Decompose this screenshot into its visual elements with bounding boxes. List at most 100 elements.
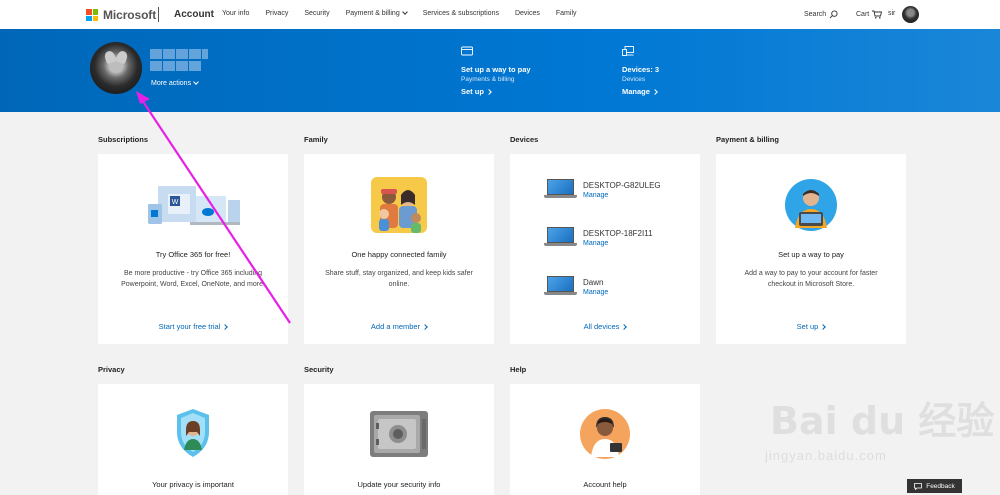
devices-card: DESKTOP-G82ULEG Manage DESKTOP-18F2I11 M… xyxy=(510,154,700,344)
nav-family[interactable]: Family xyxy=(556,10,577,17)
avatar-ear xyxy=(103,49,117,65)
help-agent-illustration xyxy=(580,409,630,459)
banner-manage-label: Manage xyxy=(622,87,650,96)
payment-card-description: Add a way to pay to your account for fas… xyxy=(744,270,878,288)
nav-payment-billing-label: Payment & billing xyxy=(345,10,400,17)
laptop-icon xyxy=(544,227,577,247)
devices-icon xyxy=(622,46,634,56)
help-heading: Help xyxy=(510,365,527,374)
nav-devices[interactable]: Devices xyxy=(515,10,540,17)
chat-icon xyxy=(914,482,923,490)
security-card-title: Update your security info xyxy=(357,480,441,489)
payment-illustration xyxy=(785,179,837,231)
nav-privacy[interactable]: Privacy xyxy=(265,10,288,17)
nav-services-subscriptions[interactable]: Services & subscriptions xyxy=(423,10,499,17)
microsoft-logo[interactable]: Microsoft xyxy=(86,8,156,22)
more-actions-label: More actions xyxy=(151,80,192,87)
search-button[interactable]: Search xyxy=(804,10,838,19)
avatar[interactable] xyxy=(902,6,919,23)
cart-button[interactable]: Cart xyxy=(856,10,883,19)
profile-banner: More actions Set up a way to pay Payment… xyxy=(0,29,1000,112)
payment-billing-card: Set up a way to pay Add a way to pay to … xyxy=(716,154,906,344)
family-card: One happy connected family Share stuff, … xyxy=(304,154,494,344)
chevron-right-icon xyxy=(820,323,827,330)
device-manage-link[interactable]: Manage xyxy=(583,192,661,199)
chevron-right-icon xyxy=(222,323,229,330)
laptop-icon xyxy=(544,179,577,199)
nav-payment-billing[interactable]: Payment & billing xyxy=(345,9,408,17)
devices-heading: Devices xyxy=(510,135,539,144)
add-member-label: Add a member xyxy=(370,322,421,331)
microsoft-logo-icon xyxy=(86,9,98,21)
search-icon xyxy=(829,10,838,19)
safe-illustration xyxy=(370,411,428,457)
nav-security[interactable]: Security xyxy=(304,10,329,17)
banner-payment-title: Set up a way to pay xyxy=(461,65,531,74)
help-card[interactable]: Account help xyxy=(510,384,700,495)
divider xyxy=(158,7,159,22)
nav-your-info[interactable]: Your info xyxy=(222,10,249,17)
device-item[interactable]: DESKTOP-G82ULEG Manage xyxy=(544,179,661,199)
family-illustration xyxy=(371,177,427,233)
set-up-payment-label: Set up xyxy=(796,322,819,331)
credit-card-icon xyxy=(461,46,473,56)
cart-icon xyxy=(872,10,883,19)
blurred-profile-name xyxy=(150,49,214,73)
privacy-card[interactable]: Your privacy is important xyxy=(98,384,288,495)
banner-devices: Devices: 3 Devices Manage xyxy=(622,46,659,96)
help-card-title: Account help xyxy=(583,480,627,489)
device-item[interactable]: DESKTOP-18F2I11 Manage xyxy=(544,227,653,247)
all-devices-link[interactable]: All devices xyxy=(510,322,700,331)
baidu-watermark-url: jingyan.baidu.com xyxy=(765,448,887,463)
device-item[interactable]: Dawn Manage xyxy=(544,276,608,296)
payment-billing-heading: Payment & billing xyxy=(716,135,779,144)
start-free-trial-link[interactable]: Start your free trial xyxy=(98,322,288,331)
payment-card-title: Set up a way to pay xyxy=(778,250,844,259)
banner-devices-title: Devices: 3 xyxy=(622,65,660,74)
feedback-label: Feedback xyxy=(926,482,955,490)
user-name[interactable]: sir xyxy=(888,10,895,17)
device-name: Dawn xyxy=(583,278,604,287)
banner-devices-subtitle: Devices xyxy=(622,76,646,83)
more-actions-button[interactable]: More actions xyxy=(151,79,199,87)
security-heading: Security xyxy=(304,365,334,374)
family-card-description: Share stuff, stay organized, and keep ki… xyxy=(325,270,473,288)
nav-links: Your info Privacy Security Payment & bil… xyxy=(222,9,593,17)
subscriptions-card-description: Be more productive - try Office 365 incl… xyxy=(121,270,265,288)
chevron-down-icon xyxy=(193,79,199,85)
privacy-card-title: Your privacy is important xyxy=(152,480,234,489)
subscriptions-card: W Try Office 365 for free! Be more produ… xyxy=(98,154,288,344)
office-devices-illustration: W xyxy=(148,186,240,225)
svg-text:W: W xyxy=(172,199,179,206)
family-card-title: One happy connected family xyxy=(351,250,447,259)
set-up-payment-link[interactable]: Set up xyxy=(716,322,906,331)
avatar-ear xyxy=(115,49,129,65)
chevron-right-icon xyxy=(486,88,492,95)
subscriptions-heading: Subscriptions xyxy=(98,135,149,144)
banner-manage-link[interactable]: Manage xyxy=(622,87,659,96)
device-manage-link[interactable]: Manage xyxy=(583,289,608,296)
start-free-trial-label: Start your free trial xyxy=(158,322,221,331)
device-name: DESKTOP-18F2I11 xyxy=(583,229,653,238)
profile-avatar[interactable] xyxy=(90,42,142,94)
feedback-button[interactable]: Feedback xyxy=(907,479,962,493)
privacy-shield-illustration xyxy=(177,409,209,457)
device-manage-link[interactable]: Manage xyxy=(583,240,653,247)
laptop-icon xyxy=(544,276,577,296)
top-navigation: Microsoft Account Your info Privacy Secu… xyxy=(0,0,1000,29)
chevron-down-icon xyxy=(401,9,408,15)
banner-setup-link[interactable]: Set up xyxy=(461,87,531,96)
account-link[interactable]: Account xyxy=(174,9,214,20)
device-name: DESKTOP-G82ULEG xyxy=(583,181,661,190)
banner-payment: Set up a way to pay Payments & billing S… xyxy=(461,46,531,96)
add-member-link[interactable]: Add a member xyxy=(304,322,494,331)
brand-name: Microsoft xyxy=(103,8,157,22)
all-devices-label: All devices xyxy=(583,322,620,331)
banner-setup-label: Set up xyxy=(461,87,484,96)
subscriptions-card-title: Try Office 365 for free! xyxy=(155,250,231,259)
cart-label: Cart xyxy=(856,11,870,18)
security-card[interactable]: Update your security info xyxy=(304,384,494,495)
chevron-right-icon xyxy=(621,323,628,330)
family-heading: Family xyxy=(304,135,328,144)
privacy-heading: Privacy xyxy=(98,365,125,374)
